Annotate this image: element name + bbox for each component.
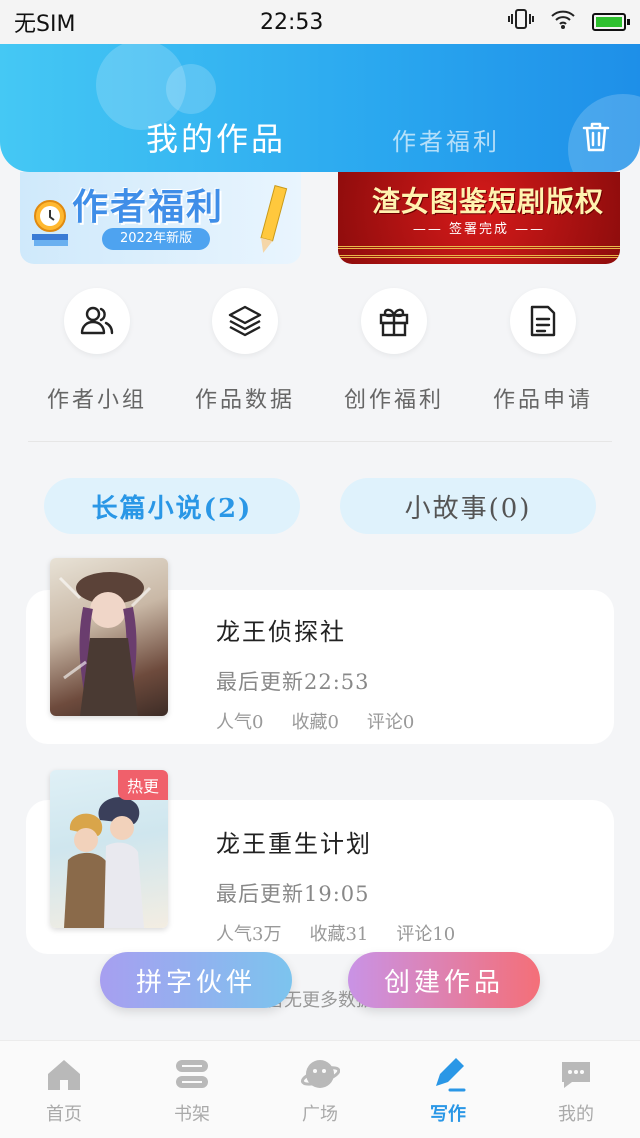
banner-left-subtitle: 2022年新版 bbox=[102, 228, 211, 250]
nav-plaza[interactable]: 广场 bbox=[256, 1041, 384, 1138]
battery-icon bbox=[592, 13, 630, 31]
quick-label: 作品数据 bbox=[194, 388, 295, 413]
nav-label: 书架 bbox=[174, 1103, 210, 1125]
nav-label: 我的 bbox=[558, 1103, 594, 1125]
nav-label: 首页 bbox=[46, 1103, 82, 1125]
work-updated: 最后更新22:53 bbox=[216, 670, 370, 694]
nav-bookshelf[interactable]: 书架 bbox=[128, 1041, 256, 1138]
pen-icon bbox=[436, 1057, 466, 1091]
clock-time: 22:53 bbox=[260, 9, 324, 35]
work-updated: 最后更新19:05 bbox=[216, 882, 370, 906]
work-title[interactable]: 龙王重生计划 bbox=[216, 824, 372, 859]
work-stats: 人气0 收藏0 评论0 bbox=[216, 708, 414, 734]
hot-update-badge: 热更 bbox=[118, 770, 168, 800]
work-popularity: 人气3万 bbox=[216, 924, 282, 945]
bottom-nav: 首页 书架 广场 写作 我的 bbox=[0, 1040, 640, 1138]
work-favorites: 收藏0 bbox=[291, 712, 339, 733]
quick-actions: 作者小组 作品数据 创作福利 作品申请 bbox=[22, 288, 618, 418]
banner-right-subtitle: —— 签署完成 —— bbox=[412, 222, 546, 237]
work-stats: 人气3万 收藏31 评论10 bbox=[216, 920, 455, 946]
work-title[interactable]: 龙王侦探社 bbox=[216, 612, 346, 647]
vibrate-icon bbox=[508, 8, 534, 36]
quick-label: 作者小组 bbox=[46, 388, 147, 413]
create-work-button[interactable]: 创建作品 bbox=[348, 952, 540, 1008]
quick-label: 创作福利 bbox=[343, 388, 444, 413]
layers-icon bbox=[228, 305, 262, 337]
wifi-icon bbox=[550, 8, 576, 36]
banner-right-title: 渣女图鉴短剧版权 bbox=[372, 185, 605, 218]
gift-icon bbox=[379, 308, 409, 337]
nav-mine[interactable]: 我的 bbox=[512, 1041, 640, 1138]
nav-label: 广场 bbox=[302, 1103, 338, 1125]
work-comments: 评论0 bbox=[366, 712, 415, 733]
work-cover-image[interactable]: 热更 bbox=[50, 770, 168, 928]
home-icon bbox=[48, 1059, 80, 1090]
work-comments: 评论10 bbox=[396, 924, 456, 945]
document-icon bbox=[530, 305, 556, 337]
quick-author-group[interactable]: 作者小组 bbox=[22, 288, 172, 418]
word-partner-button[interactable]: 拼字伙伴 bbox=[100, 952, 292, 1008]
status-icons bbox=[508, 8, 630, 36]
header: 我的作品 作者福利 bbox=[0, 44, 640, 172]
banner-drama-rights[interactable]: 渣女图鉴短剧版权 —— 签署完成 —— bbox=[338, 172, 620, 264]
carrier-label: 无SIM bbox=[14, 12, 76, 37]
pencil-icon bbox=[260, 184, 288, 253]
group-icon bbox=[80, 306, 114, 335]
banner-pattern bbox=[338, 246, 620, 258]
banner-author-benefits[interactable]: 作者福利 2022年新版 bbox=[20, 172, 301, 264]
quick-label: 作品申请 bbox=[492, 388, 593, 413]
work-favorites: 收藏31 bbox=[309, 924, 369, 945]
chat-icon bbox=[562, 1061, 590, 1088]
status-bar: 无SIM 22:53 bbox=[0, 0, 640, 44]
tab-long-novel[interactable]: 长篇小说(2) bbox=[44, 478, 300, 534]
quick-work-data[interactable]: 作品数据 bbox=[170, 288, 320, 418]
cover-illustration bbox=[58, 572, 152, 716]
quick-work-application[interactable]: 作品申请 bbox=[468, 288, 618, 418]
clock-icon bbox=[32, 200, 68, 246]
banner-row: 作者福利 2022年新版 渣女图鉴短剧版权 —— 签署完成 —— bbox=[20, 172, 620, 264]
nav-write[interactable]: 写作 bbox=[384, 1041, 512, 1138]
tab-short-story[interactable]: 小故事(0) bbox=[340, 478, 596, 534]
banner-left-title: 作者福利 bbox=[72, 187, 225, 228]
bookshelf-icon bbox=[176, 1059, 208, 1088]
trash-icon[interactable] bbox=[580, 120, 612, 154]
divider bbox=[28, 441, 612, 442]
work-cover-image[interactable] bbox=[50, 558, 168, 716]
tab-my-works[interactable]: 我的作品 bbox=[146, 114, 286, 160]
nav-home[interactable]: 首页 bbox=[0, 1041, 128, 1138]
quick-creation-benefits[interactable]: 创作福利 bbox=[319, 288, 469, 418]
nav-label: 写作 bbox=[430, 1103, 466, 1125]
work-popularity: 人气0 bbox=[216, 712, 264, 733]
no-more-data: 暂无更多数据 bbox=[266, 990, 374, 1011]
planet-icon bbox=[300, 1059, 340, 1088]
tab-author-benefits[interactable]: 作者福利 bbox=[392, 122, 500, 157]
